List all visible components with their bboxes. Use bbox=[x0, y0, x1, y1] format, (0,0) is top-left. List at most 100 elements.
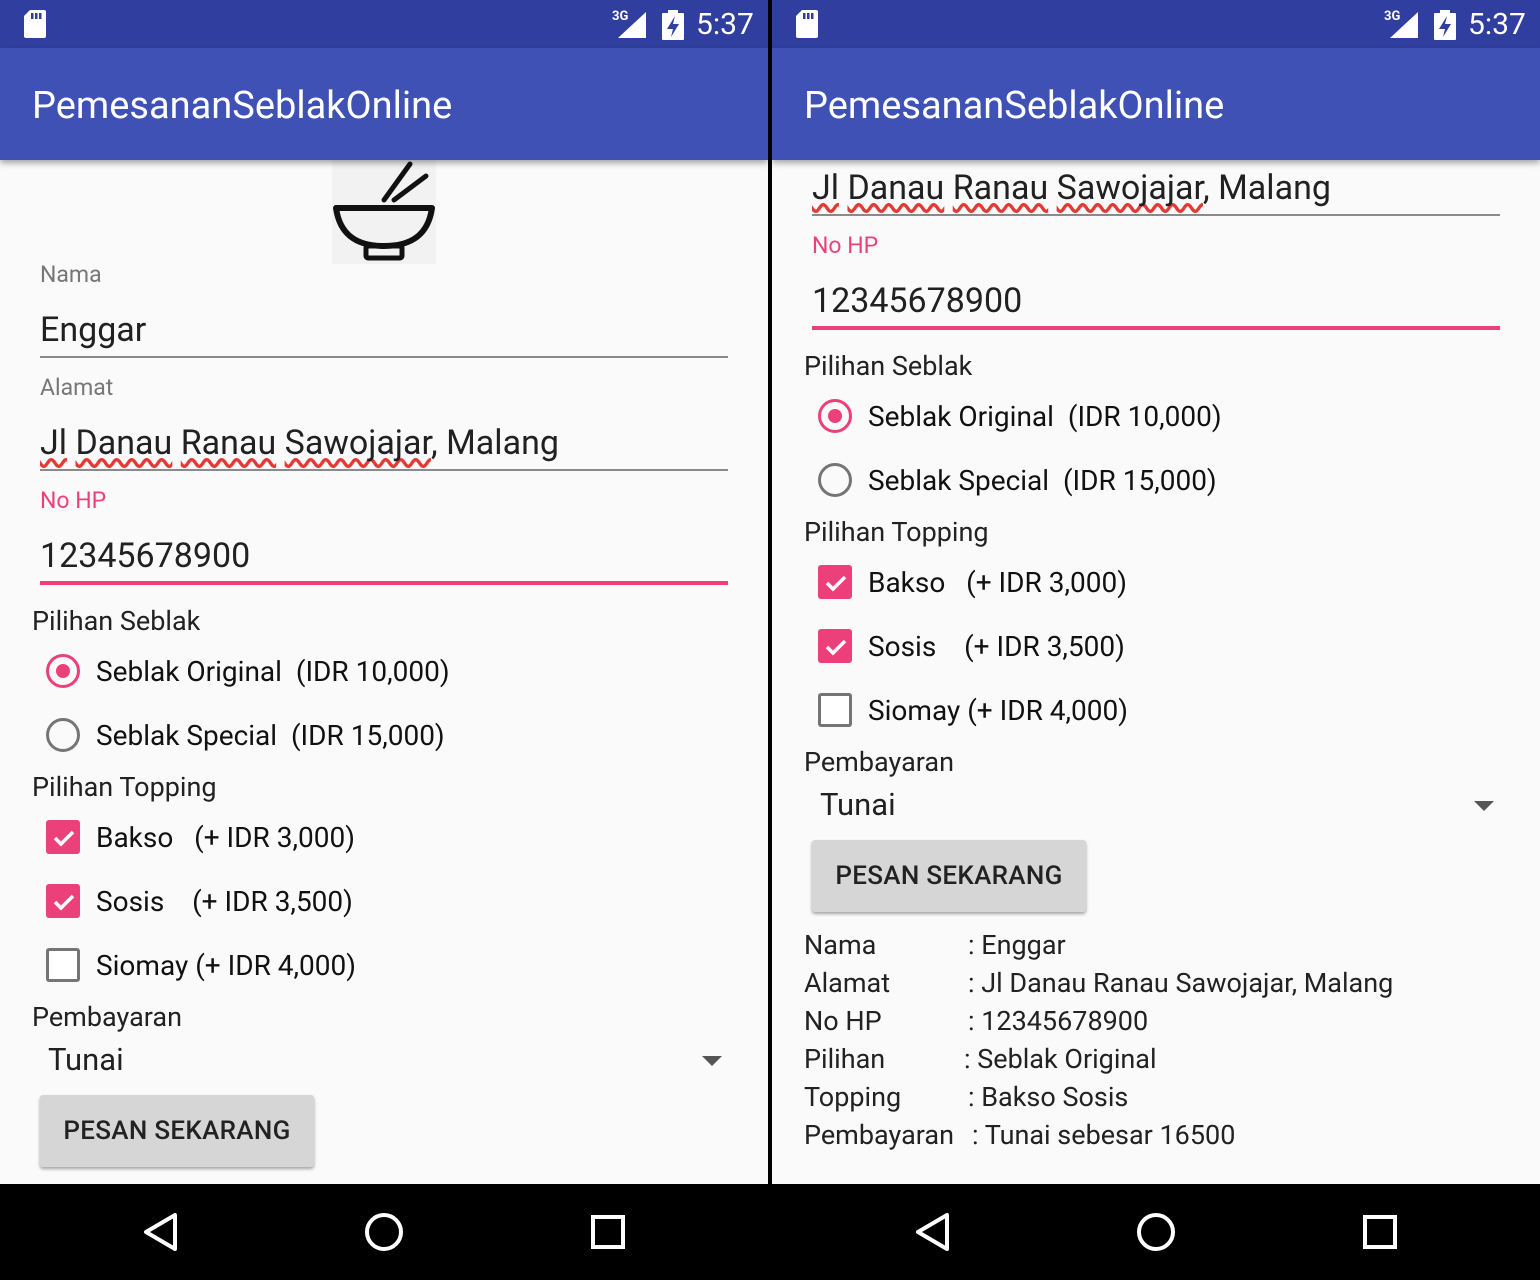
payment-section-label: Pembayaran bbox=[32, 1001, 182, 1033]
clock: 5:37 bbox=[1468, 7, 1526, 42]
battery-charging-icon bbox=[662, 10, 684, 40]
option-price: (+ IDR 3,000) bbox=[966, 566, 1127, 599]
option-price: (IDR 15,000) bbox=[290, 719, 445, 752]
address-label: Alamat bbox=[40, 374, 114, 401]
option-price: (IDR 10,000) bbox=[1067, 400, 1222, 433]
summary-key-phone: No HP bbox=[804, 1005, 882, 1037]
seblak-section-label: Pilihan Seblak bbox=[804, 350, 973, 382]
summary-value-choice: : Seblak Original bbox=[964, 1043, 1157, 1075]
payment-spinner-value: Tunai bbox=[48, 1041, 124, 1078]
payment-spinner[interactable]: Tunai bbox=[812, 781, 1502, 833]
address-word: Ranau bbox=[952, 168, 1049, 208]
app-bar: PemesananSeblakOnline bbox=[0, 48, 768, 160]
name-input[interactable]: Enggar bbox=[40, 310, 146, 350]
option-price: (+ IDR 3,500) bbox=[964, 630, 1125, 663]
address-input[interactable]: Jl Danau Ranau Sawojajar, Malang bbox=[812, 168, 1331, 208]
recents-square-icon[interactable] bbox=[586, 1210, 630, 1254]
dropdown-arrow-icon bbox=[702, 1056, 722, 1066]
sosis-label[interactable]: Sosis (+ IDR 3,500) bbox=[96, 885, 353, 919]
siomay-label[interactable]: Siomay (+ IDR 4,000) bbox=[868, 694, 1128, 728]
summary-key-choice: Pilihan bbox=[804, 1043, 886, 1075]
option-name: Seblak Original bbox=[96, 655, 282, 688]
option-price: (IDR 10,000) bbox=[295, 655, 450, 688]
option-name: Sosis bbox=[96, 885, 165, 918]
summary-value-payment: : Tunai sebesar 16500 bbox=[972, 1119, 1236, 1151]
seblak-special-label[interactable]: Seblak Special (IDR 15,000) bbox=[868, 464, 1217, 498]
payment-section-label: Pembayaran bbox=[804, 746, 954, 778]
summary-value-phone: : 12345678900 bbox=[968, 1005, 1149, 1037]
seblak-special-label[interactable]: Seblak Special (IDR 15,000) bbox=[96, 719, 445, 753]
app-bar: PemesananSeblakOnline bbox=[772, 48, 1540, 160]
checkbox-bakso[interactable] bbox=[46, 820, 80, 854]
checkbox-sosis[interactable] bbox=[46, 884, 80, 918]
home-circle-icon[interactable] bbox=[362, 1210, 406, 1254]
address-word: Danau bbox=[75, 423, 173, 463]
phone-underline bbox=[812, 326, 1500, 330]
signal-3g-icon: 3G bbox=[612, 10, 648, 40]
sd-card-icon bbox=[24, 10, 46, 38]
name-underline bbox=[40, 356, 728, 358]
back-triangle-icon[interactable] bbox=[911, 1210, 955, 1254]
checkbox-bakso[interactable] bbox=[818, 565, 852, 599]
option-price: (+ IDR 3,500) bbox=[192, 885, 353, 918]
option-name: Seblak Special bbox=[96, 719, 278, 752]
payment-spinner[interactable]: Tunai bbox=[40, 1036, 730, 1088]
radio-seblak-special[interactable] bbox=[818, 463, 852, 497]
dropdown-arrow-icon bbox=[1474, 801, 1494, 811]
summary-key-name: Nama bbox=[804, 929, 877, 961]
option-price: (+ IDR 4,000) bbox=[967, 694, 1128, 727]
home-circle-icon[interactable] bbox=[1134, 1210, 1178, 1254]
battery-charging-icon bbox=[1434, 10, 1456, 40]
phone-input[interactable]: 12345678900 bbox=[40, 536, 250, 576]
radio-seblak-original[interactable] bbox=[46, 654, 80, 688]
status-bar: 3G 5:37 bbox=[0, 0, 768, 48]
checkbox-siomay[interactable] bbox=[46, 948, 80, 982]
summary-key-address: Alamat bbox=[804, 967, 891, 999]
topping-section-label: Pilihan Topping bbox=[804, 516, 989, 548]
navigation-bar bbox=[0, 1184, 1540, 1280]
address-word: , Malang bbox=[1203, 168, 1331, 208]
option-price: (+ IDR 4,000) bbox=[195, 949, 356, 982]
address-input[interactable]: Jl Danau Ranau Sawojajar, Malang bbox=[40, 423, 559, 463]
summary-key-payment: Pembayaran bbox=[804, 1119, 954, 1151]
seblak-original-label[interactable]: Seblak Original (IDR 10,000) bbox=[96, 655, 450, 689]
phone-label: No HP bbox=[40, 487, 107, 514]
order-button[interactable]: PESAN SEKARANG bbox=[40, 1095, 314, 1167]
address-word: Jl bbox=[40, 423, 68, 463]
bakso-label[interactable]: Bakso (+ IDR 3,000) bbox=[96, 821, 355, 855]
address-word: Ranau bbox=[180, 423, 277, 463]
recents-square-icon[interactable] bbox=[1358, 1210, 1402, 1254]
order-form: Nama Enggar Alamat Jl Danau Ranau Sawoja… bbox=[0, 160, 768, 1184]
summary-value-address: : Jl Danau Ranau Sawojajar, Malang bbox=[968, 967, 1394, 999]
address-word: , Malang bbox=[431, 423, 559, 463]
option-name: Seblak Original bbox=[868, 400, 1054, 433]
address-word: Danau bbox=[847, 168, 945, 208]
summary-value-name: : Enggar bbox=[968, 929, 1066, 961]
signal-3g-icon: 3G bbox=[1384, 10, 1420, 40]
option-name: Seblak Special bbox=[868, 464, 1050, 497]
sosis-label[interactable]: Sosis (+ IDR 3,500) bbox=[868, 630, 1125, 664]
topping-section-label: Pilihan Topping bbox=[32, 771, 217, 803]
summary-value-topping: : Bakso Sosis bbox=[968, 1081, 1129, 1113]
screen-right: 3G 5:37 PemesananSeblakOnline Jl Danau R… bbox=[772, 0, 1540, 1184]
name-label: Nama bbox=[40, 261, 102, 288]
app-title: PemesananSeblakOnline bbox=[32, 84, 453, 128]
bakso-label[interactable]: Bakso (+ IDR 3,000) bbox=[868, 566, 1127, 600]
radio-seblak-original[interactable] bbox=[818, 399, 852, 433]
back-triangle-icon[interactable] bbox=[139, 1210, 183, 1254]
option-price: (+ IDR 3,000) bbox=[194, 821, 355, 854]
checkbox-sosis[interactable] bbox=[818, 629, 852, 663]
seblak-original-label[interactable]: Seblak Original (IDR 10,000) bbox=[868, 400, 1222, 434]
payment-spinner-value: Tunai bbox=[820, 786, 896, 823]
address-word: Sawojajar bbox=[1056, 168, 1203, 208]
radio-seblak-special[interactable] bbox=[46, 718, 80, 752]
order-button[interactable]: PESAN SEKARANG bbox=[812, 840, 1086, 912]
option-price: (IDR 15,000) bbox=[1062, 464, 1217, 497]
siomay-label[interactable]: Siomay (+ IDR 4,000) bbox=[96, 949, 356, 983]
option-name: Sosis bbox=[868, 630, 937, 663]
phone-input[interactable]: 12345678900 bbox=[812, 281, 1022, 321]
status-bar: 3G 5:37 bbox=[772, 0, 1540, 48]
phone-underline bbox=[40, 581, 728, 585]
bowl-chopsticks-icon bbox=[332, 160, 436, 264]
checkbox-siomay[interactable] bbox=[818, 693, 852, 727]
